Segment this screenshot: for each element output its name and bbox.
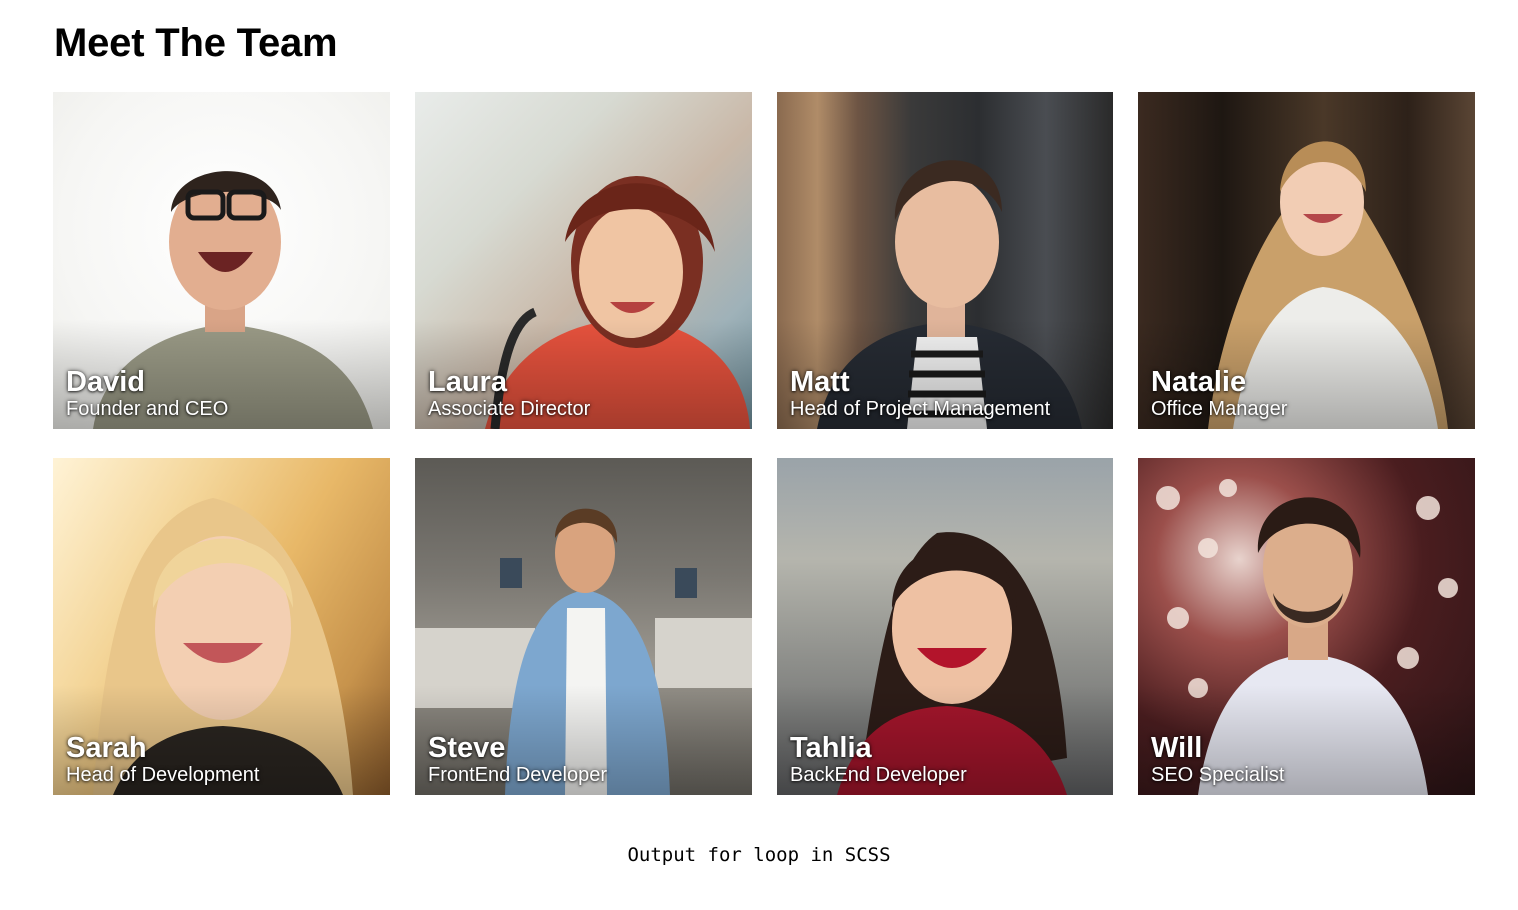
team-card-sarah[interactable]: Sarah Head of Development xyxy=(53,458,390,795)
team-member-name: Sarah xyxy=(66,732,147,764)
team-member-name: David xyxy=(66,366,145,398)
team-member-role: BackEnd Developer xyxy=(790,764,967,786)
team-member-name: Steve xyxy=(428,732,506,764)
team-member-role: FrontEnd Developer xyxy=(428,764,607,786)
team-member-name: Matt xyxy=(790,366,850,398)
footer-caption: Output for loop in SCSS xyxy=(627,844,891,866)
team-card-caption: Laura Associate Director xyxy=(428,367,590,420)
team-card-steve[interactable]: Steve FrontEnd Developer xyxy=(415,458,752,795)
team-grid: David Founder and CEO Laura Associate Di… xyxy=(53,92,1475,795)
team-member-role: Head of Development xyxy=(66,764,260,786)
team-card-caption: Sarah Head of Development xyxy=(66,733,259,786)
team-card-caption: Steve FrontEnd Developer xyxy=(428,733,607,786)
team-card-david[interactable]: David Founder and CEO xyxy=(53,92,390,429)
team-card-tahlia[interactable]: Tahlia BackEnd Developer xyxy=(777,458,1113,795)
team-card-caption: David Founder and CEO xyxy=(66,367,228,420)
team-card-laura[interactable]: Laura Associate Director xyxy=(415,92,752,429)
team-member-name: Laura xyxy=(428,366,507,398)
team-member-role: Founder and CEO xyxy=(66,398,229,420)
team-member-name: Tahlia xyxy=(790,732,872,764)
team-card-caption: Natalie Office Manager xyxy=(1151,367,1287,420)
page-title: Meet The Team xyxy=(54,21,338,65)
team-member-role: Associate Director xyxy=(428,398,591,420)
team-card-caption: Will SEO Specialist xyxy=(1151,733,1284,786)
team-card-will[interactable]: Will SEO Specialist xyxy=(1138,458,1475,795)
team-member-role: Office Manager xyxy=(1151,398,1288,420)
team-card-caption: Tahlia BackEnd Developer xyxy=(790,733,967,786)
team-member-name: Will xyxy=(1151,732,1203,764)
page: Meet The Team David Founder and CEO Laur… xyxy=(0,0,1518,910)
team-card-matt[interactable]: Matt Head of Project Management xyxy=(777,92,1113,429)
team-card-caption: Matt Head of Project Management xyxy=(790,367,1050,420)
team-member-role: SEO Specialist xyxy=(1151,764,1285,786)
team-member-role: Head of Project Management xyxy=(790,398,1051,420)
team-member-name: Natalie xyxy=(1151,366,1247,398)
team-card-natalie[interactable]: Natalie Office Manager xyxy=(1138,92,1475,429)
